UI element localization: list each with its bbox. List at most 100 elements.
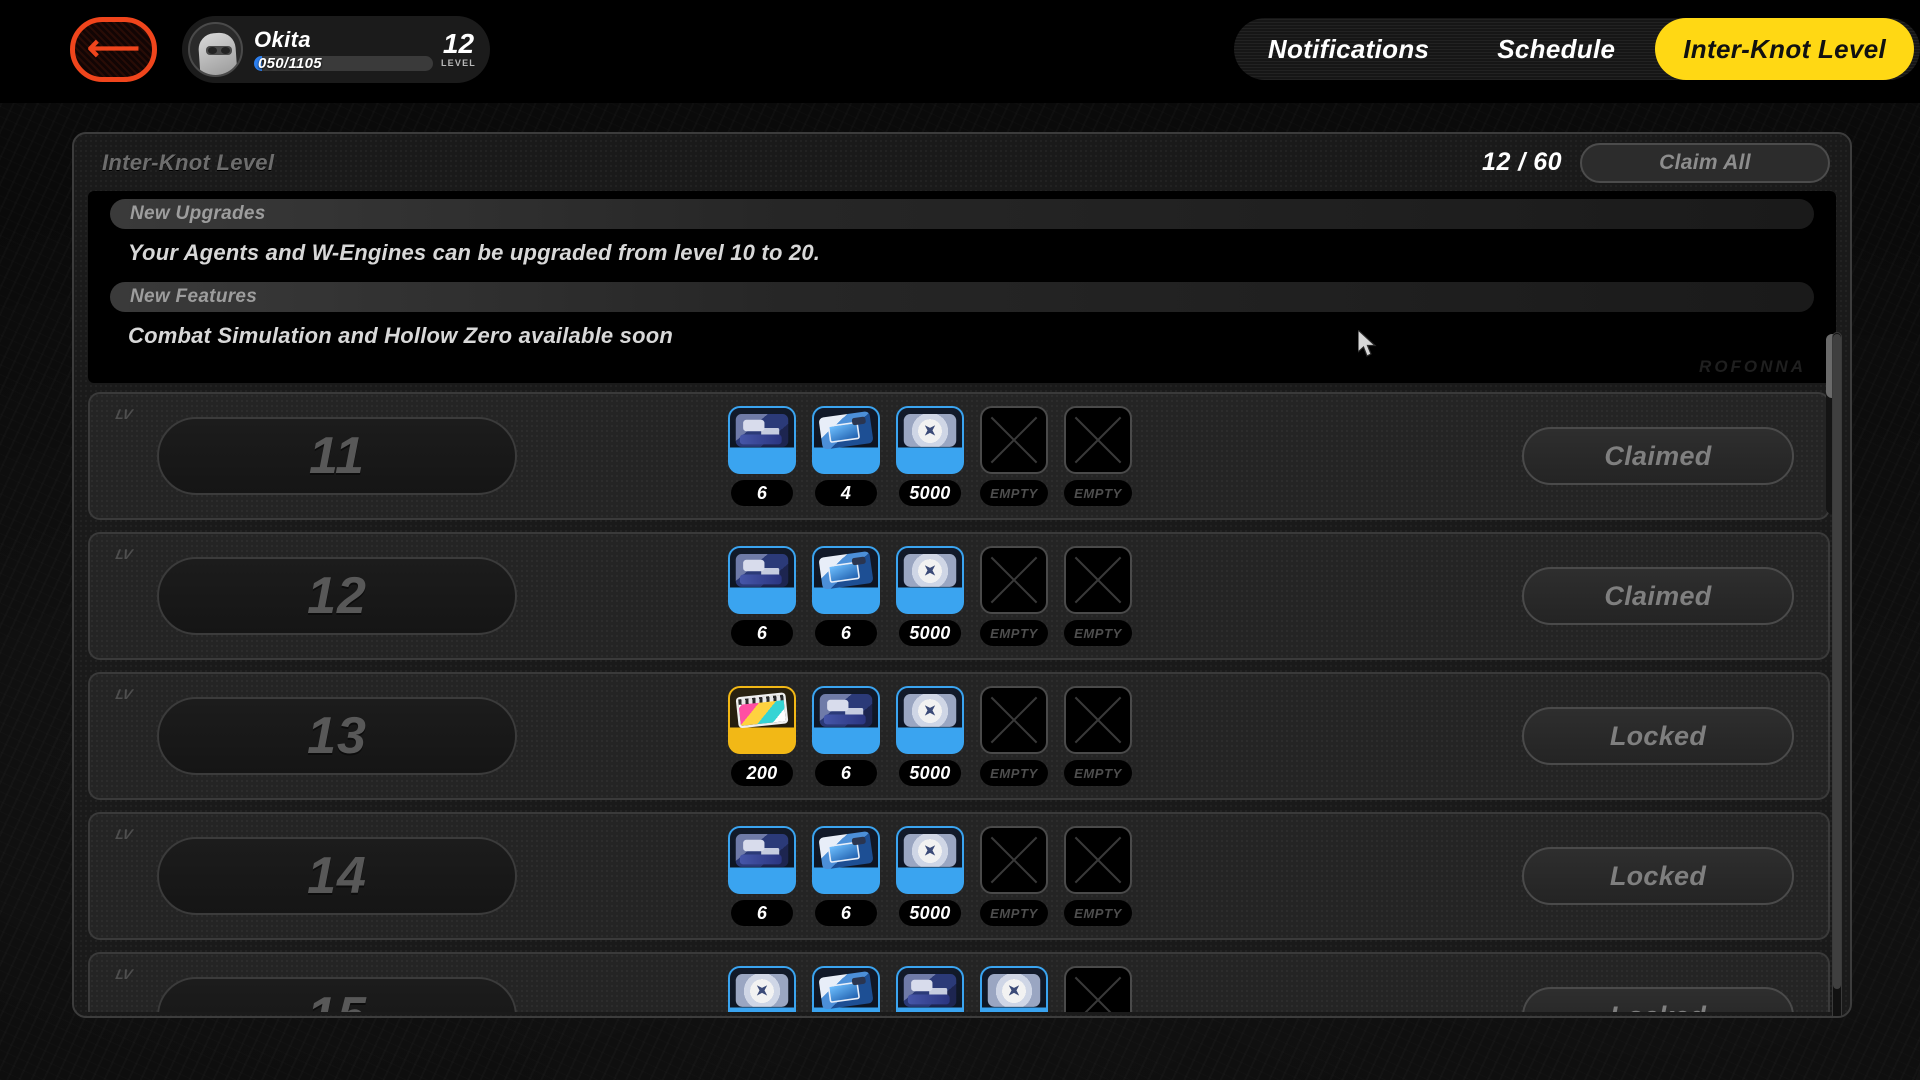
row-status-button[interactable]: Claimed xyxy=(1522,567,1794,625)
row-status-button[interactable]: Claimed xyxy=(1522,427,1794,485)
reward-quantity: 4 xyxy=(815,480,877,506)
battery-art xyxy=(735,554,789,587)
level-badge-value: 12 xyxy=(307,567,367,625)
reward-slot[interactable]: 200 xyxy=(727,686,797,786)
reward-slot[interactable] xyxy=(979,966,1049,1012)
table-row[interactable]: LV 11 6 4 5000 EMPTY EMPTY Claimed xyxy=(88,392,1830,520)
claim-all-button[interactable]: Claim All xyxy=(1580,142,1830,183)
reward-slot[interactable]: EMPTY xyxy=(1063,826,1133,926)
reward-quantity: EMPTY xyxy=(1064,900,1132,926)
back-button[interactable]: ⟶ xyxy=(70,17,157,82)
empty-slot-icon xyxy=(1064,966,1132,1012)
empty-slot-icon xyxy=(1064,686,1132,754)
row-level-tag: LV xyxy=(114,686,133,702)
row-status-button[interactable]: Locked xyxy=(1522,847,1794,905)
reward-slot[interactable]: 5000 xyxy=(895,406,965,506)
player-level: 12 LEVEL xyxy=(441,28,476,68)
nav-tabs-track: Notifications Schedule Inter-Knot Level xyxy=(1233,18,1920,80)
reward-slot[interactable] xyxy=(727,966,797,1012)
empty-slot-icon xyxy=(980,826,1048,894)
reward-quantity: 200 xyxy=(731,760,793,786)
reward-quantity: 6 xyxy=(731,620,793,646)
investigator-art xyxy=(818,550,874,590)
tab-schedule[interactable]: Schedule xyxy=(1463,18,1649,80)
battery-item-icon xyxy=(812,686,880,754)
empty-slot-icon xyxy=(1064,406,1132,474)
reward-slot[interactable]: 6 xyxy=(727,826,797,926)
reward-slot[interactable] xyxy=(1063,966,1133,1012)
reward-quantity: EMPTY xyxy=(980,480,1048,506)
notice-heading: New Features xyxy=(110,282,1814,312)
row-status-button[interactable]: Locked xyxy=(1522,707,1794,765)
notice-list: New Upgrades Your Agents and W-Engines c… xyxy=(88,191,1836,383)
reward-slot[interactable]: 5000 xyxy=(895,686,965,786)
denny-item-icon xyxy=(896,826,964,894)
player-level-value: 12 xyxy=(442,28,475,60)
reward-quantity: 5000 xyxy=(899,760,961,786)
reward-slot[interactable]: EMPTY xyxy=(979,826,1049,926)
investigator-item-icon xyxy=(812,826,880,894)
reward-slot[interactable]: 6 xyxy=(727,406,797,506)
level-badge-value: 13 xyxy=(307,707,367,765)
row-status-button[interactable]: Locked xyxy=(1522,987,1794,1012)
denny-item-icon xyxy=(896,686,964,754)
reward-slot[interactable]: EMPTY xyxy=(1063,686,1133,786)
reward-slot[interactable]: 5000 xyxy=(895,546,965,646)
denny-art xyxy=(735,974,789,1007)
investigator-art xyxy=(818,970,874,1010)
table-row[interactable]: LV 13 200 6 5000 EMPTY EMPTY Locked xyxy=(88,672,1830,800)
nav-tabs: Notifications Schedule Inter-Knot Level xyxy=(1233,18,1920,80)
reward-slots: 6 6 5000 EMPTY EMPTY xyxy=(727,546,1133,646)
reward-slots: 6 6 5000 EMPTY EMPTY xyxy=(727,826,1133,926)
rows-scrollbar-thumb[interactable] xyxy=(1833,334,1841,989)
reward-quantity: 6 xyxy=(731,900,793,926)
reward-slot[interactable]: EMPTY xyxy=(1063,406,1133,506)
level-badge: 13 xyxy=(157,697,517,775)
reward-slot[interactable]: 4 xyxy=(811,406,881,506)
avatar-goggles-icon xyxy=(206,46,232,55)
table-row[interactable]: LV 15 Locked xyxy=(88,952,1830,1012)
investigator-art xyxy=(818,830,874,870)
page-title: Inter-Knot Level xyxy=(102,149,275,175)
top-bar: ⟶ Okita 050/1105 12 LEVEL Notifications … xyxy=(0,0,1920,103)
level-badge-value: 11 xyxy=(309,427,365,485)
reward-slot[interactable]: 6 xyxy=(811,826,881,926)
tab-inter-knot-level[interactable]: Inter-Knot Level xyxy=(1655,18,1914,80)
row-level-tag: LV xyxy=(114,966,133,982)
reward-slot[interactable]: EMPTY xyxy=(979,686,1049,786)
reward-slot[interactable]: 5000 xyxy=(895,826,965,926)
reward-quantity: 5000 xyxy=(899,900,961,926)
notice-body: Your Agents and W-Engines can be upgrade… xyxy=(128,240,821,265)
row-level-tag: LV xyxy=(114,826,133,842)
denny-art xyxy=(987,974,1041,1007)
reward-slot[interactable]: EMPTY xyxy=(1063,546,1133,646)
table-row[interactable]: LV 14 6 6 5000 EMPTY EMPTY Locked xyxy=(88,812,1830,940)
battery-item-icon xyxy=(728,406,796,474)
reward-slot[interactable]: 6 xyxy=(811,546,881,646)
empty-slot-icon xyxy=(980,406,1048,474)
denny-item-icon xyxy=(728,966,796,1012)
reward-quantity: 6 xyxy=(815,900,877,926)
reward-slot[interactable]: 6 xyxy=(811,686,881,786)
notice-watermark: ROFONNA xyxy=(1699,357,1806,376)
player-info: Okita 050/1105 xyxy=(254,26,433,71)
player-name: Okita xyxy=(254,26,312,52)
reward-slot[interactable] xyxy=(811,966,881,1012)
tab-notifications[interactable]: Notifications xyxy=(1234,18,1463,80)
table-row[interactable]: LV 12 6 6 5000 EMPTY EMPTY Claimed xyxy=(88,532,1830,660)
battery-art xyxy=(735,414,789,447)
reward-quantity: 6 xyxy=(815,760,877,786)
reward-slot[interactable]: EMPTY xyxy=(979,546,1049,646)
notice-body: Combat Simulation and Hollow Zero availa… xyxy=(128,323,674,348)
player-card[interactable]: Okita 050/1105 12 LEVEL xyxy=(182,16,490,83)
reward-slots: 200 6 5000 EMPTY EMPTY xyxy=(727,686,1133,786)
reward-slot[interactable] xyxy=(895,966,965,1012)
level-badge: 14 xyxy=(157,837,517,915)
reward-quantity: 6 xyxy=(815,620,877,646)
battery-art xyxy=(819,694,873,727)
denny-art xyxy=(903,694,957,727)
exp-bar: 050/1105 xyxy=(254,55,433,71)
rows-scrollbar[interactable] xyxy=(1832,332,1842,1016)
reward-slot[interactable]: 6 xyxy=(727,546,797,646)
reward-slot[interactable]: EMPTY xyxy=(979,406,1049,506)
